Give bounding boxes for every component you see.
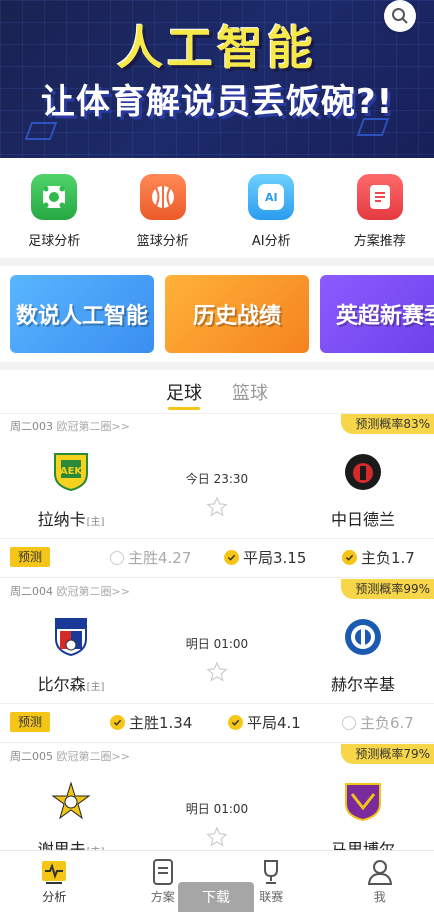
team-name: 拉纳卡[主] <box>37 510 105 529</box>
ai-glyph: AI <box>258 184 285 210</box>
nav-analysis[interactable]: 分析 <box>14 858 94 905</box>
promo-carousel[interactable]: 数说人工智能 历史战绩 英超新赛季 <box>0 266 434 362</box>
basketball-icon <box>139 174 186 220</box>
radio-unchecked-icon <box>110 550 124 565</box>
menu-label: AI分析 <box>251 234 291 249</box>
odd-home-win[interactable]: 主胜4.27 <box>110 547 191 568</box>
match-header[interactable]: 周二004 欧冠第二圈>> <box>10 583 130 599</box>
menu-item-recommendations[interactable]: 方案推荐 <box>330 174 430 249</box>
league-link[interactable]: 欧冠第二圈>> <box>57 585 130 598</box>
prediction-row: 预测 主胜4.27 平局3.15 主负1.7 <box>0 538 434 572</box>
menu-label: 篮球分析 <box>136 234 189 249</box>
match-card[interactable]: 周二004 欧冠第二圈>> 预测概率99% 比尔森[主] 明日 01:00 赫尔… <box>0 579 434 743</box>
odd-home-loss[interactable]: 主负1.7 <box>342 547 415 568</box>
banner-subtitle: 让体育解说员丢饭碗?! <box>40 82 394 122</box>
promo-card-history[interactable]: 历史战绩 <box>165 275 309 353</box>
favorite-star-icon[interactable] <box>206 496 228 518</box>
promo-card-ai[interactable]: 数说人工智能 <box>10 275 154 353</box>
user-icon <box>367 860 392 885</box>
prediction-probability-badge: 预测概率83% <box>341 414 434 434</box>
prediction-probability-badge: 预测概率79% <box>341 744 434 764</box>
predict-button[interactable]: 预测 <box>10 547 51 567</box>
check-circle-icon <box>342 550 357 565</box>
trophy-icon <box>264 860 279 884</box>
team-logo <box>343 452 383 492</box>
team-name: 比尔森[主] <box>37 675 105 694</box>
odd-draw[interactable]: 平局3.15 <box>224 547 306 568</box>
menu-label: 方案推荐 <box>353 234 406 249</box>
match-code: 周二004 <box>10 585 53 598</box>
document-icon <box>356 174 403 220</box>
promo-text: 数说人工智能 <box>15 304 148 329</box>
menu-item-ai-analysis[interactable]: AI AI分析 <box>221 174 321 249</box>
menu-label: 足球分析 <box>28 234 81 249</box>
nav-me[interactable]: 我 <box>340 858 420 905</box>
tab-basketball[interactable]: 篮球 <box>232 370 268 414</box>
divider <box>0 258 434 266</box>
league-link[interactable]: 欧冠第二圈>> <box>57 750 130 763</box>
prediction-probability-badge: 预测概率99% <box>341 579 434 599</box>
menu-item-basketball-analysis[interactable]: 篮球分析 <box>113 174 213 249</box>
nav-label: 我 <box>373 890 386 904</box>
nav-label: 方案 <box>150 890 175 904</box>
document-icon <box>152 859 173 885</box>
prediction-row: 预测 主胜1.34 平局4.1 主负6.7 <box>0 703 434 737</box>
divider <box>0 362 434 370</box>
nav-label: 分析 <box>42 890 67 904</box>
league-link[interactable]: 欧冠第二圈>> <box>57 420 130 433</box>
search-icon <box>392 8 408 24</box>
tab-label: 足球 <box>166 382 202 404</box>
odd-home-loss[interactable]: 主负6.7 <box>342 712 414 733</box>
favorite-star-icon[interactable] <box>206 826 228 848</box>
team-logo <box>343 782 383 822</box>
search-button[interactable] <box>384 0 416 32</box>
download-button[interactable]: 下载 <box>178 882 254 912</box>
app-page: 人工智能 让体育解说员丢饭碗?! 足球分析 篮球分析 AI AI分析 方案推荐 … <box>0 0 434 912</box>
ai-chip-icon: AI <box>248 174 295 220</box>
check-circle-icon <box>228 715 243 730</box>
match-header[interactable]: 周二003 欧冠第二圈>> <box>10 418 130 434</box>
predict-button[interactable]: 预测 <box>10 712 51 732</box>
check-circle-icon <box>224 550 239 565</box>
home-team[interactable]: 谢里夫[主] <box>16 782 126 860</box>
radio-unchecked-icon <box>342 715 356 730</box>
menu-item-soccer-analysis[interactable]: 足球分析 <box>4 174 104 249</box>
check-circle-icon <box>110 715 125 730</box>
match-card[interactable]: 周二003 欧冠第二圈>> 预测概率83% AEK 拉纳卡[主] 今日 23:3… <box>0 414 434 578</box>
team-logo <box>343 617 383 657</box>
chart-pulse-icon <box>42 861 67 884</box>
banner[interactable]: 人工智能 让体育解说员丢饭碗?! <box>0 0 434 158</box>
home-team[interactable]: 比尔森[主] <box>16 617 126 695</box>
promo-card-premier-league[interactable]: 英超新赛季 <box>320 275 434 353</box>
feature-menu: 足球分析 篮球分析 AI AI分析 方案推荐 <box>0 158 434 258</box>
team-name: 中日德兰 <box>330 510 395 529</box>
sport-tabs: 足球 篮球 <box>0 370 434 414</box>
nav-label: 联赛 <box>259 890 284 904</box>
team-name: 赫尔辛基 <box>330 675 395 694</box>
away-team[interactable]: 马里博尔 <box>308 782 418 860</box>
odd-draw[interactable]: 平局4.1 <box>228 712 301 733</box>
match-code: 周二005 <box>10 750 53 763</box>
tab-soccer[interactable]: 足球 <box>166 370 202 414</box>
away-team[interactable]: 赫尔辛基 <box>308 617 418 695</box>
away-team[interactable]: 中日德兰 <box>308 452 418 530</box>
odd-home-win[interactable]: 主胜1.34 <box>110 712 192 733</box>
banner-title: 人工智能 <box>117 21 317 75</box>
tab-label: 篮球 <box>232 382 268 404</box>
promo-text: 英超新赛季 <box>336 304 434 329</box>
match-code: 周二003 <box>10 420 53 433</box>
soccer-ball-icon <box>31 174 78 220</box>
home-team[interactable]: AEK 拉纳卡[主] <box>16 452 126 530</box>
promo-text: 历史战绩 <box>192 304 281 329</box>
favorite-star-icon[interactable] <box>206 661 228 683</box>
match-header[interactable]: 周二005 欧冠第二圈>> <box>10 748 130 764</box>
